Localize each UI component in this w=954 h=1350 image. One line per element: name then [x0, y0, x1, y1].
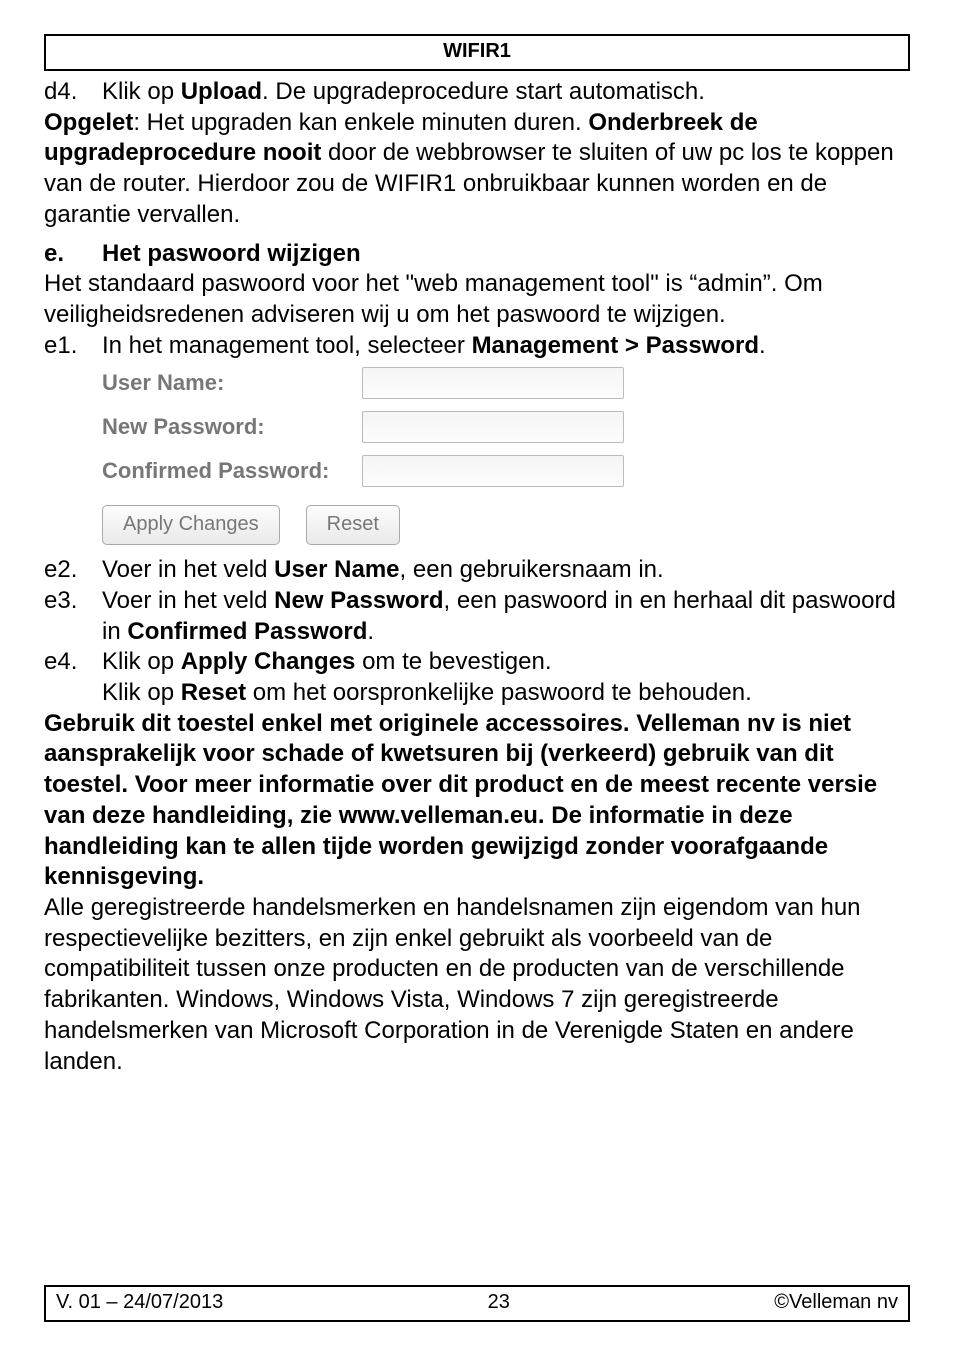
- reset-label: Reset: [181, 679, 246, 706]
- text: : Het upgraden kan enkele minuten duren.: [133, 109, 588, 136]
- form-button-row: Apply Changes Reset: [102, 505, 682, 545]
- reset-button[interactable]: Reset: [306, 505, 400, 545]
- step-e2-text: Voer in het veld User Name, een gebruike…: [102, 555, 910, 586]
- trailing-paragraph: Alle geregistreerde handelsmerken en han…: [44, 893, 910, 1077]
- bold-paragraph: Gebruik dit toestel enkel met originele …: [44, 709, 910, 893]
- text: , een gebruikersnaam in.: [400, 556, 664, 583]
- opgelet-label: Opgelet: [44, 109, 133, 136]
- step-e3-text: Voer in het veld New Password, een paswo…: [102, 586, 910, 647]
- confirmed-password-label: Confirmed Password: [127, 618, 367, 645]
- text: . De upgradeprocedure start automatisch.: [262, 78, 705, 105]
- step-e1-text: In het management tool, selecteer Manage…: [102, 331, 910, 362]
- section-e-intro: Het standaard paswoord voor het "web man…: [44, 269, 910, 330]
- footer-wrap: V. 01 – 24/07/2013 23 ©Velleman nv: [44, 1285, 910, 1322]
- step-e3-num: e3.: [44, 586, 102, 647]
- header-title: WIFIR1: [443, 40, 511, 62]
- bold-paragraph-text: Gebruik dit toestel enkel met originele …: [44, 710, 877, 891]
- section-e-num: e.: [44, 239, 102, 270]
- step-e2: e2. Voer in het veld User Name, een gebr…: [44, 555, 910, 586]
- management-password-label: Management > Password: [472, 332, 759, 359]
- step-e3: e3. Voer in het veld New Password, een p…: [44, 586, 910, 647]
- confirmedpassword-label: Confirmed Password:: [102, 457, 362, 485]
- text: Voer in het veld: [102, 587, 274, 614]
- body-content: d4. Klik op Upload. De upgradeprocedure …: [44, 77, 910, 1077]
- header-box: WIFIR1: [44, 34, 910, 71]
- confirmedpassword-input[interactable]: [362, 455, 624, 487]
- password-form: User Name: New Password: Confirmed Passw…: [102, 367, 682, 545]
- username-label: User Name:: [102, 369, 362, 397]
- step-e4-text: Klik op Apply Changes om te bevestigen. …: [102, 647, 910, 708]
- text: Klik op: [102, 648, 181, 675]
- text: Voer in het veld: [102, 556, 274, 583]
- step-e1: e1. In het management tool, selecteer Ma…: [44, 331, 910, 362]
- section-e-title: Het paswoord wijzigen: [102, 239, 910, 270]
- apply-changes-label: Apply Changes: [181, 648, 356, 675]
- footer-page: 23: [488, 1291, 510, 1314]
- step-d4-text: Klik op Upload. De upgradeprocedure star…: [102, 77, 910, 108]
- apply-changes-button[interactable]: Apply Changes: [102, 505, 280, 545]
- step-e4-num: e4.: [44, 647, 102, 708]
- text: In het management tool, selecteer: [102, 332, 472, 359]
- text: .: [367, 618, 374, 645]
- text: Klik op: [102, 679, 181, 706]
- step-d4: d4. Klik op Upload. De upgradeprocedure …: [44, 77, 910, 108]
- form-row-username: User Name:: [102, 367, 682, 399]
- text: om te bevestigen.: [355, 648, 551, 675]
- newpassword-input[interactable]: [362, 411, 624, 443]
- username-input[interactable]: [362, 367, 624, 399]
- footer-left: V. 01 – 24/07/2013: [56, 1291, 223, 1314]
- new-password-label: New Password: [274, 587, 443, 614]
- upload-label: Upload: [181, 78, 262, 105]
- step-e2-num: e2.: [44, 555, 102, 586]
- text: .: [759, 332, 766, 359]
- text: Klik op: [102, 78, 181, 105]
- newpassword-label: New Password:: [102, 413, 362, 441]
- step-d4-num: d4.: [44, 77, 102, 108]
- text: om het oorspronkelijke paswoord te behou…: [246, 679, 752, 706]
- form-row-newpassword: New Password:: [102, 411, 682, 443]
- opgelet-paragraph: Opgelet: Het upgraden kan enkele minuten…: [44, 108, 910, 231]
- step-e4: e4. Klik op Apply Changes om te bevestig…: [44, 647, 910, 708]
- footer-right: ©Velleman nv: [774, 1291, 898, 1314]
- user-name-label: User Name: [274, 556, 399, 583]
- form-row-confirmedpassword: Confirmed Password:: [102, 455, 682, 487]
- step-e1-num: e1.: [44, 331, 102, 362]
- section-e-heading: e. Het paswoord wijzigen: [44, 239, 910, 270]
- footer-box: V. 01 – 24/07/2013 23 ©Velleman nv: [44, 1285, 910, 1322]
